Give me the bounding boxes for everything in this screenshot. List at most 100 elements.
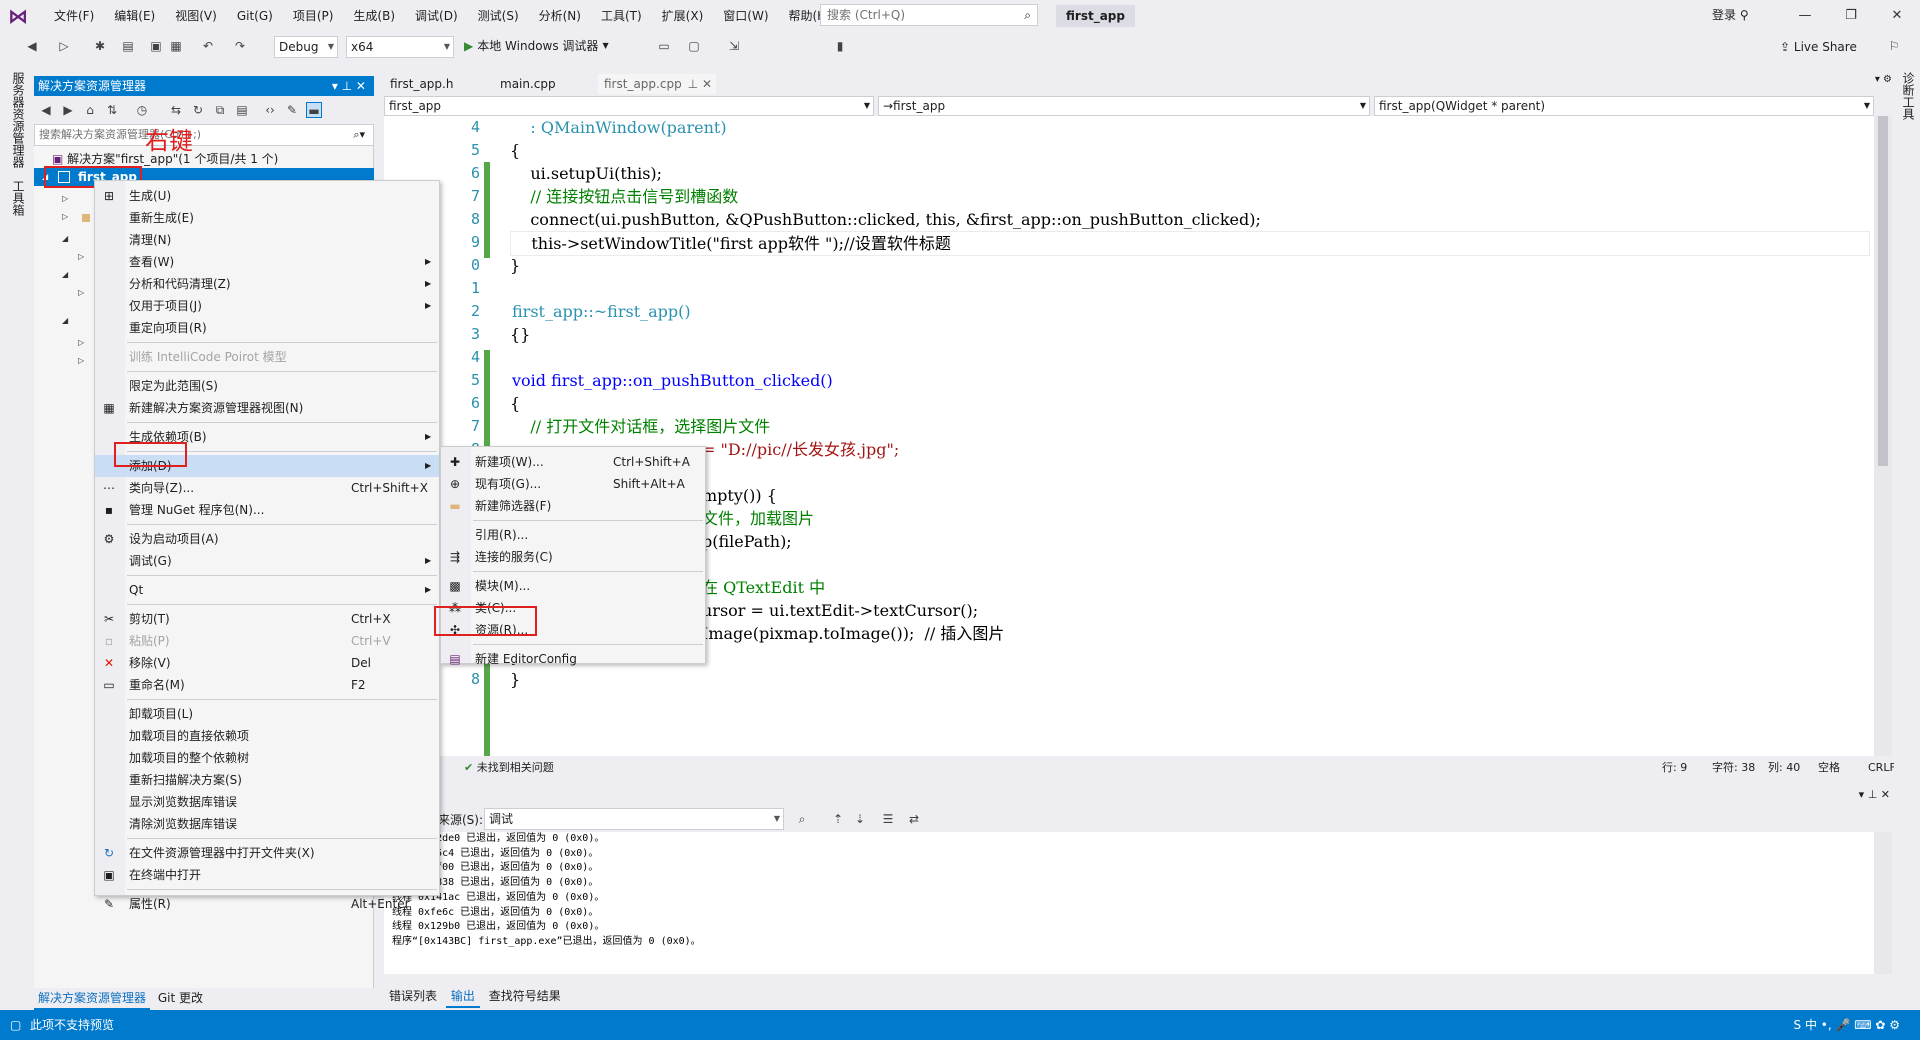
context-menu-item[interactable]: ✕ 移除(V) Del	[95, 652, 439, 674]
maximize-button[interactable]: ❐	[1836, 4, 1866, 28]
new-project-icon[interactable]: ✱	[92, 38, 108, 54]
context-menu-item[interactable]: Qt ▶	[95, 579, 439, 601]
member-nav-dropdown[interactable]: first_app(QWidget * parent) ▼	[1374, 96, 1874, 116]
context-menu-item[interactable]: 重新扫描解决方案(S)	[95, 769, 439, 791]
submenu-item[interactable]: ⇶ 连接的服务(C)	[441, 546, 705, 568]
menu-analyze[interactable]: 分析(N)	[529, 0, 591, 32]
tab-main-cpp[interactable]: main.cpp	[494, 74, 562, 94]
output-scrollbar[interactable]	[1874, 832, 1892, 974]
back-icon[interactable]: ◀	[24, 38, 40, 54]
wrench-icon[interactable]: ✎	[284, 102, 300, 118]
menu-edit[interactable]: 编辑(E)	[104, 0, 165, 32]
submenu-item[interactable]: ▬ 新建筛选器(F)	[441, 495, 705, 517]
context-menu-item[interactable]: ▦ 新建解决方案资源管理器视图(N)	[95, 397, 439, 419]
context-menu-item[interactable]: 限定为此范围(S)	[95, 375, 439, 397]
word-wrap-icon[interactable]: ⇄	[906, 811, 922, 827]
menu-test[interactable]: 测试(S)	[468, 0, 529, 32]
prev-message-icon[interactable]: ⇡	[830, 811, 846, 827]
history-icon[interactable]: ◷	[134, 102, 150, 118]
bookmark-icon[interactable]: ▮	[832, 38, 848, 54]
context-menu-item[interactable]: 调试(G) ▶	[95, 550, 439, 572]
forward-icon[interactable]: ▶	[60, 102, 76, 118]
submenu-item[interactable]: ✚ 新建项(W)... Ctrl+Shift+A	[441, 451, 705, 473]
tab-git-changes[interactable]: Git 更改	[154, 988, 207, 1008]
menu-extensions[interactable]: 扩展(X)	[652, 0, 714, 32]
code-icon[interactable]: ‹›	[262, 102, 278, 118]
context-menu-item[interactable]: ↻ 在文件资源管理器中打开文件夹(X)	[95, 842, 439, 864]
output-text[interactable]: 线程 0x12de0 已退出，返回值为 0 (0x0)。 线程 0x15c4 已…	[384, 832, 1874, 974]
solution-search-input[interactable]: 搜索解决方案资源管理器(Ctrl+;) ⌕▾	[34, 124, 374, 146]
context-menu-item[interactable]: 重新生成(E)	[95, 207, 439, 229]
context-menu-item[interactable]: ▪ 管理 NuGet 程序包(N)...	[95, 499, 439, 521]
expand-icon[interactable]: ▷	[78, 252, 84, 261]
context-menu-item[interactable]: ⊞ 生成(U)	[95, 185, 439, 207]
platform-dropdown[interactable]: x64 ▼	[346, 36, 454, 58]
tray-icons[interactable]: S 中 •, 🎤 ⌨ ✿ ⚙	[1794, 1010, 1900, 1040]
scope-nav-dropdown[interactable]: →first_app ▼	[878, 96, 1370, 116]
expand-icon[interactable]: ▷	[78, 288, 84, 297]
clear-all-icon[interactable]: ☰	[880, 811, 896, 827]
tab-first-app-h[interactable]: first_app.h	[384, 74, 459, 94]
redo-icon[interactable]: ↷	[232, 38, 248, 54]
find-message-icon[interactable]: ⌕	[794, 811, 810, 827]
submenu-item[interactable]: ⊕ 现有项(G)... Shift+Alt+A	[441, 473, 705, 495]
context-menu-item[interactable]: 清理(N)	[95, 229, 439, 251]
tab-error-list[interactable]: 错误列表	[384, 986, 442, 1006]
expand-icon[interactable]: ▷	[78, 338, 84, 347]
expand-icon[interactable]: ◢	[62, 316, 68, 325]
context-menu-item[interactable]: 清除浏览数据库错误	[95, 813, 439, 835]
whitespace-indicator[interactable]: 空格	[1818, 756, 1840, 780]
home-icon[interactable]: ⌂	[82, 102, 98, 118]
menu-git[interactable]: Git(G)	[227, 0, 283, 32]
tab-output[interactable]: 输出	[445, 986, 480, 1008]
context-menu-item[interactable]: 卸载项目(L)	[95, 703, 439, 725]
refresh-icon[interactable]: ↻	[190, 102, 206, 118]
switch-view-icon[interactable]: ⇅	[104, 102, 120, 118]
back-icon[interactable]: ◀	[38, 102, 54, 118]
expand-icon[interactable]: ◢	[62, 270, 68, 279]
preview-icon[interactable]: ▬	[306, 102, 322, 118]
context-menu-item[interactable]: 加载项目的整个依赖树	[95, 747, 439, 769]
step-icon[interactable]: ⇲	[726, 38, 742, 54]
show-all-icon[interactable]: ▤	[234, 102, 250, 118]
next-message-icon[interactable]: ⇣	[852, 811, 868, 827]
close-icon[interactable]: ⊥ ✕	[688, 74, 712, 94]
eol-indicator[interactable]: CRLF	[1868, 756, 1896, 780]
config-dropdown[interactable]: Debug ▼	[274, 36, 338, 58]
live-share-button[interactable]: ⇪ Live Share	[1780, 40, 1857, 54]
context-menu-item[interactable]: ⚙ 设为启动项目(A)	[95, 528, 439, 550]
forward-icon[interactable]: ▷	[56, 38, 72, 54]
pin-close-icons[interactable]: ▾ ⊥ ✕	[332, 76, 366, 96]
submenu-item[interactable]: ▤ 新建 EditorConfig	[441, 648, 705, 670]
menu-view[interactable]: 视图(V)	[165, 0, 227, 32]
context-menu-item[interactable]: 查看(W) ▶	[95, 251, 439, 273]
scrollbar-thumb[interactable]	[1878, 116, 1888, 466]
search-input[interactable]: 搜索 (Ctrl+Q) ⌕	[820, 4, 1038, 26]
submenu-item[interactable]: 引用(R)...	[441, 524, 705, 546]
issues-indicator[interactable]: ✔ 未找到相关问题	[464, 756, 554, 780]
context-menu-item[interactable]: ▣ 在终端中打开	[95, 864, 439, 886]
context-menu-item[interactable]: 仅用于项目(J) ▶	[95, 295, 439, 317]
minimize-button[interactable]: —	[1790, 4, 1820, 28]
tab-overflow-icon[interactable]: ▾ ⚙	[1875, 74, 1892, 85]
close-window-button[interactable]: ✕	[1882, 4, 1912, 28]
tab-find-symbol-results[interactable]: 查找符号结果	[484, 986, 566, 1006]
expand-icon[interactable]: ▷	[78, 356, 84, 365]
sync-icon[interactable]: ⇆	[168, 102, 184, 118]
expand-icon[interactable]: ▷	[62, 194, 68, 203]
context-menu-item[interactable]: ⋯ 类向导(Z)... Ctrl+Shift+X	[95, 477, 439, 499]
collapse-icon[interactable]: ⧉	[212, 102, 228, 118]
submenu-item[interactable]: ▩ 模块(M)...	[441, 575, 705, 597]
menu-window[interactable]: 窗口(W)	[713, 0, 778, 32]
menu-debug[interactable]: 调试(D)	[405, 0, 468, 32]
expand-icon[interactable]: ▷	[62, 212, 68, 221]
menu-build[interactable]: 生成(B)	[343, 0, 405, 32]
screenshot-icon[interactable]: ▢	[686, 38, 702, 54]
context-menu-item[interactable]: ▭ 重命名(M) F2	[95, 674, 439, 696]
open-file-icon[interactable]: ▤	[120, 38, 136, 54]
context-menu-item[interactable]: 显示浏览数据库错误	[95, 791, 439, 813]
server-explorer-tab[interactable]: 服务器资源管理器	[10, 72, 27, 168]
menu-project[interactable]: 项目(P)	[283, 0, 344, 32]
context-menu-item[interactable]: ✎ 属性(R) Alt+Enter	[95, 893, 439, 915]
tab-solution-explorer[interactable]: 解决方案资源管理器	[34, 988, 151, 1010]
